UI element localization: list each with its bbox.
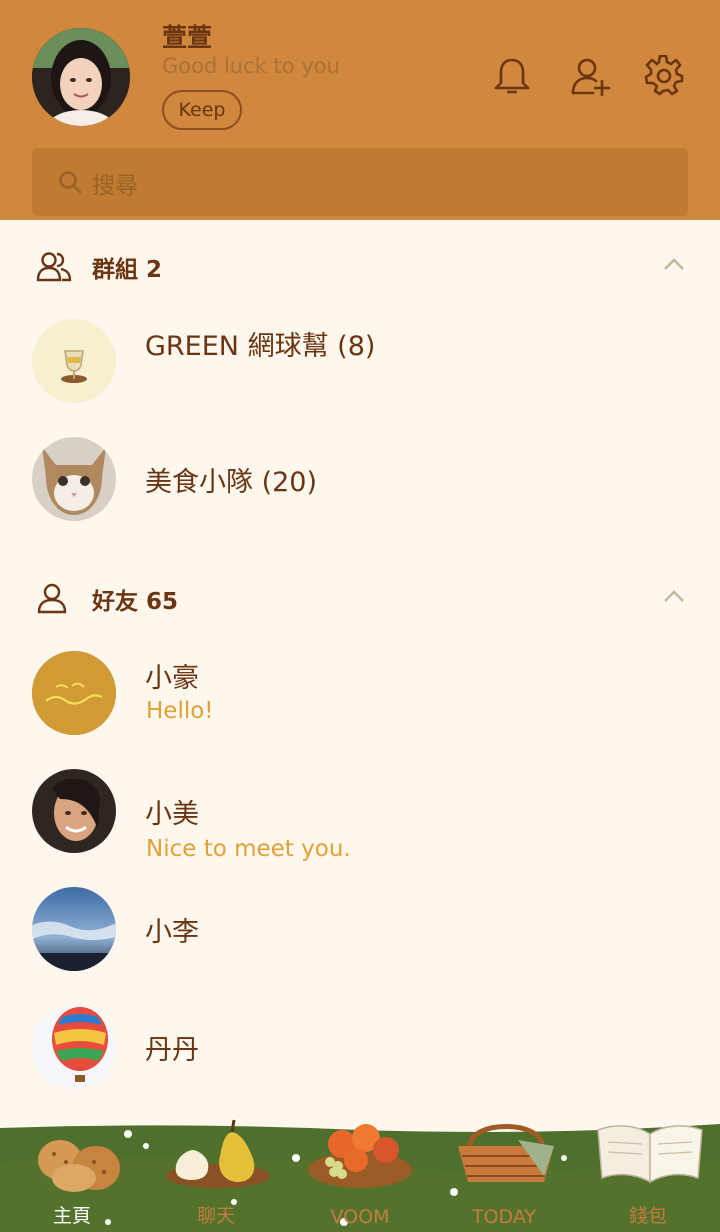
group-name: 美食小隊 (20) bbox=[145, 467, 318, 498]
group-row-tennis[interactable]: GREEN 網球幫 (8) bbox=[0, 306, 720, 416]
nav-voom-label: VOOM bbox=[330, 1206, 390, 1228]
chevron-up-icon[interactable] bbox=[662, 588, 686, 604]
chevron-up-icon[interactable] bbox=[662, 256, 686, 272]
friend-name: 小美 bbox=[145, 799, 199, 830]
friends-section-header[interactable]: 好友 65 bbox=[0, 568, 720, 628]
cookies-icon bbox=[38, 1140, 120, 1192]
groups-section-header[interactable]: 群組 2 bbox=[0, 236, 720, 296]
bottom-navigation: 主頁 聊天 VOOM TODAY 錢包 bbox=[0, 1119, 720, 1232]
group-avatar bbox=[32, 437, 116, 521]
search-icon bbox=[59, 171, 82, 194]
friend-row[interactable]: 小美 Nice to meet you. bbox=[0, 756, 720, 866]
profile-status-message: Good luck to you bbox=[162, 54, 340, 78]
nav-voom[interactable]: VOOM bbox=[288, 1122, 432, 1232]
friend-status-message: Nice to meet you. bbox=[146, 836, 351, 862]
bell-icon[interactable] bbox=[491, 55, 533, 97]
groups-section-title: 群組 2 bbox=[92, 257, 163, 283]
friend-name: 小豪 bbox=[145, 663, 199, 694]
friend-status-message: Hello! bbox=[146, 698, 214, 724]
group-icon bbox=[36, 252, 72, 282]
friend-name: 丹丹 bbox=[145, 1035, 199, 1066]
nav-home[interactable]: 主頁 bbox=[0, 1122, 144, 1232]
search-placeholder: 搜尋 bbox=[92, 173, 138, 199]
nav-wallet-label: 錢包 bbox=[628, 1205, 667, 1227]
nav-home-label: 主頁 bbox=[52, 1205, 91, 1227]
friend-avatar bbox=[32, 1005, 116, 1089]
gear-icon[interactable] bbox=[643, 54, 685, 97]
friends-section-title: 好友 65 bbox=[92, 589, 179, 615]
nav-chat[interactable]: 聊天 bbox=[144, 1119, 288, 1232]
friend-avatar bbox=[32, 887, 116, 971]
add-friend-icon[interactable] bbox=[569, 55, 611, 97]
group-name: GREEN 網球幫 (8) bbox=[145, 331, 376, 362]
friend-row[interactable]: 丹丹 bbox=[0, 992, 720, 1102]
profile-header: 萱萱 Good luck to you Keep 搜尋 bbox=[0, 0, 720, 220]
picnic-basket-icon bbox=[458, 1124, 554, 1182]
friend-avatar bbox=[32, 651, 116, 735]
nav-wallet[interactable]: 錢包 bbox=[576, 1122, 720, 1232]
friend-row[interactable]: 小李 bbox=[0, 874, 720, 984]
group-avatar bbox=[32, 319, 116, 403]
person-icon bbox=[37, 583, 67, 614]
fruit-basket-icon bbox=[308, 1124, 412, 1188]
keep-button[interactable]: Keep bbox=[162, 90, 242, 130]
group-row-food[interactable]: 美食小隊 (20) bbox=[0, 424, 720, 534]
nav-today-label: TODAY bbox=[472, 1206, 536, 1228]
nav-chat-label: 聊天 bbox=[196, 1205, 235, 1227]
search-input[interactable]: 搜尋 bbox=[32, 148, 688, 216]
profile-name: 萱萱 bbox=[162, 23, 213, 52]
friend-row[interactable]: 小豪 Hello! bbox=[0, 638, 720, 748]
friend-avatar bbox=[32, 769, 116, 853]
pear-icon bbox=[166, 1119, 270, 1188]
profile-avatar[interactable] bbox=[32, 28, 130, 126]
friend-name: 小李 bbox=[145, 917, 199, 948]
open-book-icon bbox=[597, 1125, 703, 1184]
nav-today[interactable]: TODAY bbox=[432, 1122, 576, 1232]
